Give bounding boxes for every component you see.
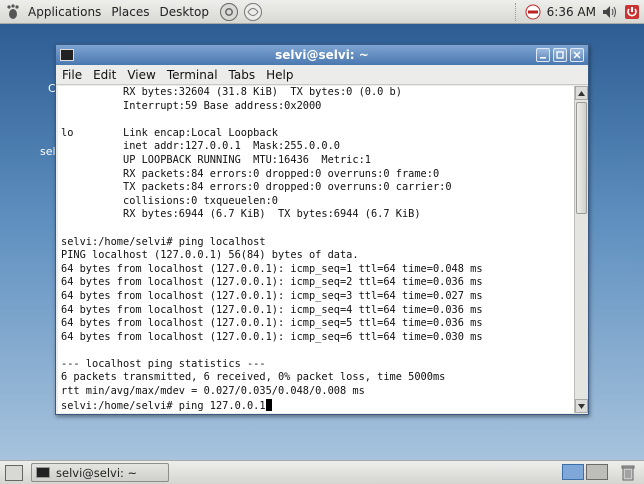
terminal-prompt-line[interactable]: selvi:/home/selvi# ping 127.0.0.1 — [61, 398, 573, 413]
terminal-line: PING localhost (127.0.0.1) 56(84) bytes … — [61, 249, 359, 262]
bottom-panel: selvi@selvi: ~ — [0, 460, 644, 484]
volume-icon[interactable] — [602, 5, 618, 19]
terminal-line: 64 bytes from localhost (127.0.0.1): icm… — [61, 276, 483, 289]
workspace-switcher — [560, 464, 608, 480]
clock[interactable]: 6:36 AM — [547, 5, 596, 19]
no-entry-icon[interactable] — [525, 4, 541, 20]
trash-icon[interactable] — [620, 464, 636, 481]
taskbar-item-label: selvi@selvi: ~ — [56, 465, 138, 480]
window-menubar: File Edit View Terminal Tabs Help — [56, 65, 588, 85]
system-tray: 6:36 AM — [514, 0, 644, 24]
logout-icon[interactable] — [624, 4, 640, 20]
terminal-line: lo Link encap:Local Loopback — [61, 126, 278, 139]
terminal-line: 64 bytes from localhost (127.0.0.1): icm… — [61, 289, 483, 302]
applications-menu[interactable]: Applications — [28, 5, 101, 19]
maximize-button[interactable] — [553, 48, 567, 62]
terminal-line: inet addr:127.0.0.1 Mask:255.0.0.0 — [61, 140, 340, 153]
terminal-line: RX packets:84 errors:0 dropped:0 overrun… — [61, 167, 440, 180]
workspace-1[interactable] — [562, 464, 584, 480]
menu-tabs[interactable]: Tabs — [229, 68, 256, 82]
menu-terminal[interactable]: Terminal — [167, 68, 218, 82]
scrollbar[interactable] — [574, 86, 588, 413]
terminal-line: 64 bytes from localhost (127.0.0.1): icm… — [61, 330, 483, 343]
desktop-icon-label-fragment[interactable]: sel — [40, 145, 56, 158]
tray-separator-icon — [514, 3, 519, 21]
menu-edit[interactable]: Edit — [93, 68, 116, 82]
window-controls — [533, 48, 584, 62]
terminal-line: RX bytes:32604 (31.8 KiB) TX bytes:0 (0.… — [61, 86, 402, 98]
help-icon[interactable] — [219, 2, 239, 22]
terminal-area[interactable]: RX bytes:32604 (31.8 KiB) TX bytes:0 (0.… — [58, 86, 588, 413]
top-panel: Applications Places Desktop 6:36 AM — [0, 0, 644, 24]
network-icon[interactable] — [243, 2, 263, 22]
scroll-thumb[interactable] — [576, 102, 587, 214]
window-titlebar[interactable]: selvi@selvi: ~ — [56, 45, 588, 65]
places-menu[interactable]: Places — [111, 5, 149, 19]
terminal-line: TX packets:84 errors:0 dropped:0 overrun… — [61, 181, 452, 194]
terminal-line: selvi:/home/selvi# ping localhost — [61, 235, 266, 248]
terminal-line: 64 bytes from localhost (127.0.0.1): icm… — [61, 303, 483, 316]
terminal-line: Interrupt:59 Base address:0x2000 — [61, 99, 322, 112]
menu-file[interactable]: File — [62, 68, 82, 82]
taskbar-item-terminal[interactable]: selvi@selvi: ~ — [31, 463, 169, 482]
terminal-line: 64 bytes from localhost (127.0.0.1): icm… — [61, 262, 483, 275]
menu-help[interactable]: Help — [266, 68, 293, 82]
prompt-text: selvi:/home/selvi# ping 127.0.0.1 — [61, 399, 266, 412]
desktop-menu[interactable]: Desktop — [159, 5, 209, 19]
terminal-line: 6 packets transmitted, 6 received, 0% pa… — [61, 371, 446, 384]
terminal-line: collisions:0 txqueuelen:0 — [61, 194, 278, 207]
window-title: selvi@selvi: ~ — [275, 48, 369, 62]
terminal-line: --- localhost ping statistics --- — [61, 357, 266, 370]
terminal-window: selvi@selvi: ~ File Edit View Terminal T… — [55, 44, 589, 415]
gnome-foot-icon[interactable] — [4, 3, 22, 21]
scroll-up-button[interactable] — [575, 86, 588, 100]
terminal-line: 64 bytes from localhost (127.0.0.1): icm… — [61, 317, 483, 330]
menu-view[interactable]: View — [127, 68, 155, 82]
show-desktop-button[interactable] — [5, 464, 23, 481]
terminal-icon — [36, 467, 50, 478]
terminal-output[interactable]: RX bytes:32604 (31.8 KiB) TX bytes:0 (0.… — [61, 86, 573, 413]
terminal-line: RX bytes:6944 (6.7 KiB) TX bytes:6944 (6… — [61, 208, 421, 221]
close-button[interactable] — [570, 48, 584, 62]
text-cursor — [265, 398, 272, 411]
minimize-button[interactable] — [536, 48, 550, 62]
terminal-line: UP LOOPBACK RUNNING MTU:16436 Metric:1 — [61, 153, 371, 166]
scroll-down-button[interactable] — [575, 399, 588, 413]
terminal-line: rtt min/avg/max/mdev = 0.027/0.035/0.048… — [61, 385, 365, 398]
workspace-2[interactable] — [586, 464, 608, 480]
